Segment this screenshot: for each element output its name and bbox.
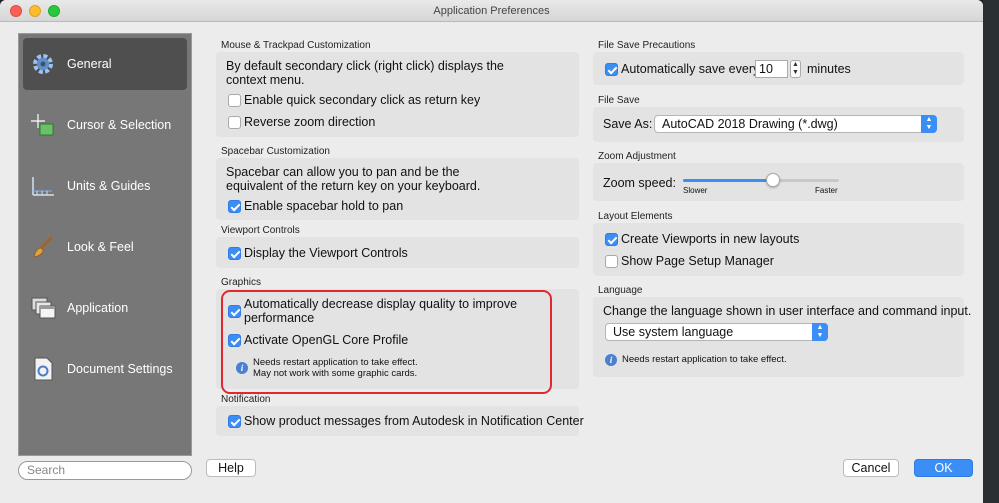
crosshair-icon (29, 111, 57, 139)
autosave-minutes-input[interactable]: 10 (755, 60, 788, 78)
zoom-speed-slider-fill (683, 179, 774, 182)
create-viewports-label: Create Viewports in new layouts (621, 232, 800, 246)
quick-secondary-click-checkbox[interactable] (228, 94, 241, 107)
section-title-file-save: File Save (598, 95, 640, 106)
info-icon: i (605, 354, 617, 366)
section-title-viewport: Viewport Controls (221, 225, 300, 236)
autosave-minutes-stepper[interactable]: ▲ ▼ (790, 60, 801, 78)
reverse-zoom-label: Reverse zoom direction (244, 115, 376, 129)
sidebar-item-application[interactable]: Application (23, 282, 187, 334)
preferences-window: Application Preferences General Cursor &… (0, 0, 983, 503)
section-title-graphics: Graphics (221, 277, 262, 288)
section-title-file-save-precautions: File Save Precautions (598, 40, 696, 51)
save-as-select[interactable]: AutoCAD 2018 Drawing (*.dwg) ▲ ▼ (654, 115, 937, 133)
language-value: Use system language (613, 325, 734, 339)
spacebar-description-line1: Spacebar can allow you to pan and be the (226, 165, 460, 179)
zoom-speed-label: Zoom speed: (603, 176, 676, 190)
sidebar-item-label: Look & Feel (67, 240, 134, 254)
quick-secondary-click-label: Enable quick secondary click as return k… (244, 93, 481, 107)
create-viewports-checkbox[interactable] (605, 233, 618, 246)
sidebar-item-label: Units & Guides (67, 179, 151, 193)
spacebar-pan-checkbox[interactable] (228, 200, 241, 213)
zoom-faster-label: Faster (815, 186, 838, 195)
sidebar-item-units-guides[interactable]: Units & Guides (23, 160, 187, 212)
sidebar-item-label: Application (67, 301, 129, 315)
section-title-mouse: Mouse & Trackpad Customization (221, 40, 371, 51)
gear-icon (29, 50, 57, 78)
page-setup-label: Show Page Setup Manager (621, 254, 774, 268)
document-icon (29, 355, 57, 383)
viewport-controls-label: Display the Viewport Controls (244, 246, 408, 260)
section-title-spacebar: Spacebar Customization (221, 146, 330, 157)
section-title-notification: Notification (221, 394, 271, 405)
product-messages-checkbox[interactable] (228, 415, 241, 428)
sidebar-item-look-feel[interactable]: Look & Feel (23, 221, 187, 273)
save-as-label: Save As: (603, 117, 653, 131)
section-title-language: Language (598, 285, 643, 296)
viewport-controls-checkbox[interactable] (228, 247, 241, 260)
autosave-label: Automatically save every (621, 62, 760, 76)
autosave-checkbox[interactable] (605, 63, 618, 76)
ok-button[interactable]: OK (914, 459, 973, 477)
language-note: Needs restart application to take effect… (622, 354, 787, 365)
section-title-zoom: Zoom Adjustment (598, 151, 676, 162)
windows-icon (29, 294, 57, 322)
mouse-description-line1: By default secondary click (right click)… (226, 59, 504, 73)
save-as-value: AutoCAD 2018 Drawing (*.dwg) (662, 117, 838, 131)
window-title: Application Preferences (433, 5, 550, 17)
spacebar-pan-label: Enable spacebar hold to pan (244, 199, 404, 213)
brush-icon (29, 233, 57, 261)
section-title-layout: Layout Elements (598, 211, 673, 222)
spacebar-description-line2: equivalent of the return key on your key… (226, 179, 481, 193)
reverse-zoom-checkbox[interactable] (228, 116, 241, 129)
red-highlight-annotation (221, 290, 552, 394)
zoom-speed-slider-track[interactable] (683, 179, 839, 182)
background-window-edge (983, 0, 999, 503)
product-messages-label: Show product messages from Autodesk in N… (244, 414, 584, 428)
minimize-window-button[interactable] (29, 5, 41, 17)
sidebar-item-label: Document Settings (67, 362, 173, 376)
maximize-window-button[interactable] (48, 5, 60, 17)
ruler-icon (29, 172, 57, 200)
sidebar-item-document-settings[interactable]: Document Settings (23, 343, 187, 395)
close-window-button[interactable] (10, 5, 22, 17)
help-button[interactable]: Help (206, 459, 256, 477)
sidebar-item-general[interactable]: General (23, 38, 187, 90)
language-description: Change the language shown in user interf… (603, 304, 972, 318)
sidebar: General Cursor & Selection Units & Guide… (18, 33, 192, 456)
autosave-unit-label: minutes (807, 62, 851, 76)
sidebar-item-label: General (67, 57, 112, 71)
sidebar-item-cursor-selection[interactable]: Cursor & Selection (23, 99, 187, 151)
page-setup-checkbox[interactable] (605, 255, 618, 268)
chevron-updown-icon: ▲ ▼ (921, 115, 937, 133)
search-input[interactable]: Search (18, 461, 192, 480)
title-bar: Application Preferences (0, 0, 983, 22)
chevron-updown-icon: ▲ ▼ (812, 323, 828, 341)
zoom-slower-label: Slower (683, 186, 708, 195)
cancel-button[interactable]: Cancel (843, 459, 899, 477)
sidebar-item-label: Cursor & Selection (67, 118, 172, 132)
language-select[interactable]: Use system language ▲ ▼ (605, 323, 828, 341)
mouse-description-line2: context menu. (226, 73, 305, 87)
layout-panel (593, 223, 964, 276)
